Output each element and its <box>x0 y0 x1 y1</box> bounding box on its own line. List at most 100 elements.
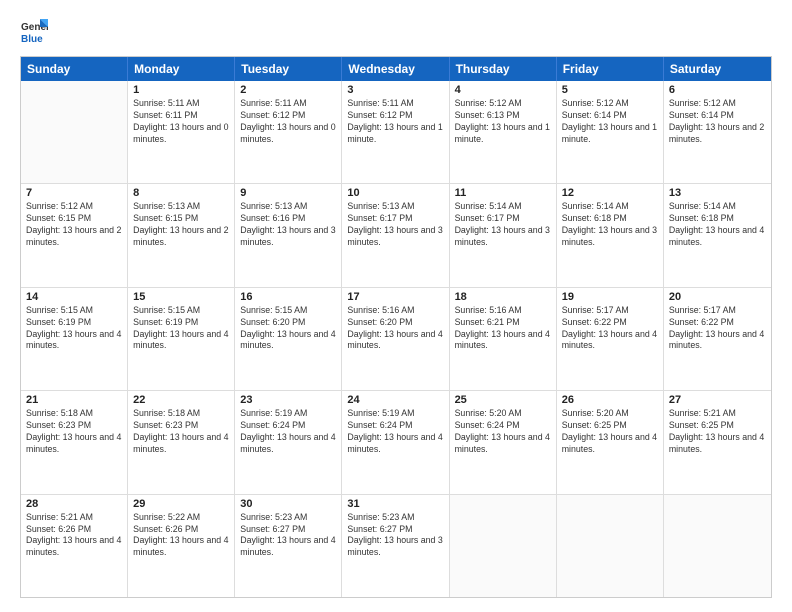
table-row: 4 Sunrise: 5:12 AMSunset: 6:13 PMDayligh… <box>450 81 557 183</box>
day-number: 1 <box>133 84 229 96</box>
cal-header-wednesday: Wednesday <box>342 57 449 81</box>
table-row <box>450 495 557 597</box>
cell-info: Sunrise: 5:20 AMSunset: 6:25 PMDaylight:… <box>562 408 658 456</box>
table-row <box>557 495 664 597</box>
logo-svg: General Blue <box>20 18 48 46</box>
cell-info: Sunrise: 5:18 AMSunset: 6:23 PMDaylight:… <box>133 408 229 456</box>
cal-week-5: 28 Sunrise: 5:21 AMSunset: 6:26 PMDaylig… <box>21 495 771 597</box>
cal-week-2: 7 Sunrise: 5:12 AMSunset: 6:15 PMDayligh… <box>21 184 771 287</box>
day-number: 21 <box>26 394 122 406</box>
cal-week-4: 21 Sunrise: 5:18 AMSunset: 6:23 PMDaylig… <box>21 391 771 494</box>
table-row: 7 Sunrise: 5:12 AMSunset: 6:15 PMDayligh… <box>21 184 128 286</box>
table-row: 10 Sunrise: 5:13 AMSunset: 6:17 PMDaylig… <box>342 184 449 286</box>
day-number: 10 <box>347 187 443 199</box>
cell-info: Sunrise: 5:21 AMSunset: 6:25 PMDaylight:… <box>669 408 766 456</box>
cell-info: Sunrise: 5:14 AMSunset: 6:18 PMDaylight:… <box>669 201 766 249</box>
cell-info: Sunrise: 5:13 AMSunset: 6:15 PMDaylight:… <box>133 201 229 249</box>
day-number: 29 <box>133 498 229 510</box>
cell-info: Sunrise: 5:14 AMSunset: 6:18 PMDaylight:… <box>562 201 658 249</box>
cell-info: Sunrise: 5:17 AMSunset: 6:22 PMDaylight:… <box>669 305 766 353</box>
day-number: 6 <box>669 84 766 96</box>
table-row: 15 Sunrise: 5:15 AMSunset: 6:19 PMDaylig… <box>128 288 235 390</box>
day-number: 15 <box>133 291 229 303</box>
cell-info: Sunrise: 5:16 AMSunset: 6:21 PMDaylight:… <box>455 305 551 353</box>
cal-week-3: 14 Sunrise: 5:15 AMSunset: 6:19 PMDaylig… <box>21 288 771 391</box>
table-row: 18 Sunrise: 5:16 AMSunset: 6:21 PMDaylig… <box>450 288 557 390</box>
table-row: 3 Sunrise: 5:11 AMSunset: 6:12 PMDayligh… <box>342 81 449 183</box>
calendar: SundayMondayTuesdayWednesdayThursdayFrid… <box>20 56 772 598</box>
table-row: 27 Sunrise: 5:21 AMSunset: 6:25 PMDaylig… <box>664 391 771 493</box>
day-number: 30 <box>240 498 336 510</box>
cell-info: Sunrise: 5:19 AMSunset: 6:24 PMDaylight:… <box>240 408 336 456</box>
cell-info: Sunrise: 5:12 AMSunset: 6:13 PMDaylight:… <box>455 98 551 146</box>
cal-header-monday: Monday <box>128 57 235 81</box>
table-row: 20 Sunrise: 5:17 AMSunset: 6:22 PMDaylig… <box>664 288 771 390</box>
page: General Blue SundayMondayTuesdayWednesda… <box>0 0 792 612</box>
day-number: 9 <box>240 187 336 199</box>
table-row: 2 Sunrise: 5:11 AMSunset: 6:12 PMDayligh… <box>235 81 342 183</box>
cell-info: Sunrise: 5:12 AMSunset: 6:14 PMDaylight:… <box>562 98 658 146</box>
cal-week-1: 1 Sunrise: 5:11 AMSunset: 6:11 PMDayligh… <box>21 81 771 184</box>
table-row: 16 Sunrise: 5:15 AMSunset: 6:20 PMDaylig… <box>235 288 342 390</box>
day-number: 5 <box>562 84 658 96</box>
table-row: 23 Sunrise: 5:19 AMSunset: 6:24 PMDaylig… <box>235 391 342 493</box>
cell-info: Sunrise: 5:19 AMSunset: 6:24 PMDaylight:… <box>347 408 443 456</box>
table-row: 9 Sunrise: 5:13 AMSunset: 6:16 PMDayligh… <box>235 184 342 286</box>
header: General Blue <box>20 18 772 46</box>
day-number: 19 <box>562 291 658 303</box>
cal-header-tuesday: Tuesday <box>235 57 342 81</box>
cell-info: Sunrise: 5:23 AMSunset: 6:27 PMDaylight:… <box>240 512 336 560</box>
table-row: 11 Sunrise: 5:14 AMSunset: 6:17 PMDaylig… <box>450 184 557 286</box>
day-number: 7 <box>26 187 122 199</box>
cell-info: Sunrise: 5:12 AMSunset: 6:15 PMDaylight:… <box>26 201 122 249</box>
cell-info: Sunrise: 5:16 AMSunset: 6:20 PMDaylight:… <box>347 305 443 353</box>
cell-info: Sunrise: 5:23 AMSunset: 6:27 PMDaylight:… <box>347 512 443 560</box>
table-row: 28 Sunrise: 5:21 AMSunset: 6:26 PMDaylig… <box>21 495 128 597</box>
table-row: 14 Sunrise: 5:15 AMSunset: 6:19 PMDaylig… <box>21 288 128 390</box>
cell-info: Sunrise: 5:13 AMSunset: 6:17 PMDaylight:… <box>347 201 443 249</box>
cell-info: Sunrise: 5:14 AMSunset: 6:17 PMDaylight:… <box>455 201 551 249</box>
day-number: 4 <box>455 84 551 96</box>
day-number: 13 <box>669 187 766 199</box>
table-row: 17 Sunrise: 5:16 AMSunset: 6:20 PMDaylig… <box>342 288 449 390</box>
table-row: 13 Sunrise: 5:14 AMSunset: 6:18 PMDaylig… <box>664 184 771 286</box>
day-number: 26 <box>562 394 658 406</box>
day-number: 25 <box>455 394 551 406</box>
table-row: 8 Sunrise: 5:13 AMSunset: 6:15 PMDayligh… <box>128 184 235 286</box>
table-row: 31 Sunrise: 5:23 AMSunset: 6:27 PMDaylig… <box>342 495 449 597</box>
cal-header-thursday: Thursday <box>450 57 557 81</box>
table-row: 24 Sunrise: 5:19 AMSunset: 6:24 PMDaylig… <box>342 391 449 493</box>
cell-info: Sunrise: 5:21 AMSunset: 6:26 PMDaylight:… <box>26 512 122 560</box>
cal-header-friday: Friday <box>557 57 664 81</box>
day-number: 2 <box>240 84 336 96</box>
table-row: 26 Sunrise: 5:20 AMSunset: 6:25 PMDaylig… <box>557 391 664 493</box>
cell-info: Sunrise: 5:20 AMSunset: 6:24 PMDaylight:… <box>455 408 551 456</box>
cell-info: Sunrise: 5:22 AMSunset: 6:26 PMDaylight:… <box>133 512 229 560</box>
table-row <box>21 81 128 183</box>
cell-info: Sunrise: 5:13 AMSunset: 6:16 PMDaylight:… <box>240 201 336 249</box>
day-number: 27 <box>669 394 766 406</box>
table-row: 12 Sunrise: 5:14 AMSunset: 6:18 PMDaylig… <box>557 184 664 286</box>
table-row: 5 Sunrise: 5:12 AMSunset: 6:14 PMDayligh… <box>557 81 664 183</box>
day-number: 16 <box>240 291 336 303</box>
cell-info: Sunrise: 5:11 AMSunset: 6:12 PMDaylight:… <box>240 98 336 146</box>
day-number: 8 <box>133 187 229 199</box>
table-row: 25 Sunrise: 5:20 AMSunset: 6:24 PMDaylig… <box>450 391 557 493</box>
cell-info: Sunrise: 5:12 AMSunset: 6:14 PMDaylight:… <box>669 98 766 146</box>
day-number: 18 <box>455 291 551 303</box>
day-number: 24 <box>347 394 443 406</box>
day-number: 14 <box>26 291 122 303</box>
day-number: 28 <box>26 498 122 510</box>
svg-text:Blue: Blue <box>21 34 43 45</box>
day-number: 12 <box>562 187 658 199</box>
cal-header-saturday: Saturday <box>664 57 771 81</box>
cell-info: Sunrise: 5:17 AMSunset: 6:22 PMDaylight:… <box>562 305 658 353</box>
table-row: 22 Sunrise: 5:18 AMSunset: 6:23 PMDaylig… <box>128 391 235 493</box>
table-row: 29 Sunrise: 5:22 AMSunset: 6:26 PMDaylig… <box>128 495 235 597</box>
table-row: 1 Sunrise: 5:11 AMSunset: 6:11 PMDayligh… <box>128 81 235 183</box>
day-number: 31 <box>347 498 443 510</box>
cell-info: Sunrise: 5:15 AMSunset: 6:20 PMDaylight:… <box>240 305 336 353</box>
cell-info: Sunrise: 5:11 AMSunset: 6:11 PMDaylight:… <box>133 98 229 146</box>
day-number: 11 <box>455 187 551 199</box>
table-row <box>664 495 771 597</box>
